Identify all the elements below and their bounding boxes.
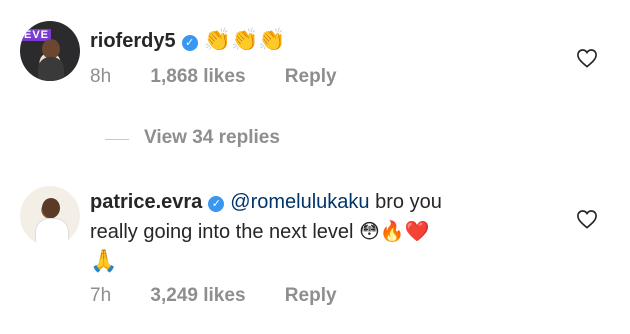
view-replies-label[interactable]: View 34 replies — [144, 127, 280, 149]
comment-patrice-evra-line2: really going into the next level 😳🔥❤️ — [90, 217, 430, 247]
avatar-head — [42, 198, 60, 218]
replies-divider — [105, 139, 129, 140]
avatar-head — [42, 39, 60, 59]
reply-button[interactable]: Reply — [285, 66, 337, 87]
likes-count[interactable]: 3,249 likes — [150, 285, 245, 306]
likes-count[interactable]: 1,868 likes — [150, 66, 245, 87]
avatar-body — [35, 218, 69, 246]
like-heart-icon[interactable] — [576, 48, 598, 68]
comment-rioferdy5: rioferdy5 ✓ 👏👏👏 — [90, 26, 286, 56]
avatar-body — [38, 57, 64, 81]
verified-badge-icon: ✓ — [181, 35, 198, 51]
comment-text: 🙏 — [90, 249, 118, 274]
avatar-patrice-evra[interactable] — [20, 186, 80, 246]
comment-text: bro you — [375, 191, 442, 213]
username[interactable]: patrice.evra — [90, 191, 202, 213]
comment-meta: 7h 3,249 likes Reply — [90, 285, 371, 307]
comment-patrice-evra-line3: 🙏 — [90, 247, 117, 277]
comment-patrice-evra-line1: patrice.evra ✓ @romelulukaku bro you — [90, 187, 442, 217]
comment-meta: 8h 1,868 likes Reply — [90, 66, 371, 88]
like-heart-icon[interactable] — [576, 209, 598, 229]
comment-text: 👏👏👏 — [203, 28, 286, 53]
verified-badge-icon: ✓ — [208, 196, 225, 212]
reply-button[interactable]: Reply — [285, 285, 337, 306]
mention-link[interactable]: @romelulukaku — [230, 191, 369, 213]
avatar-rioferdy5[interactable]: EVE — [20, 21, 80, 81]
timestamp[interactable]: 7h — [90, 285, 111, 306]
timestamp[interactable]: 8h — [90, 66, 111, 87]
comment-text: really going into the next level 😳🔥❤️ — [90, 221, 430, 243]
username[interactable]: rioferdy5 — [90, 30, 176, 52]
